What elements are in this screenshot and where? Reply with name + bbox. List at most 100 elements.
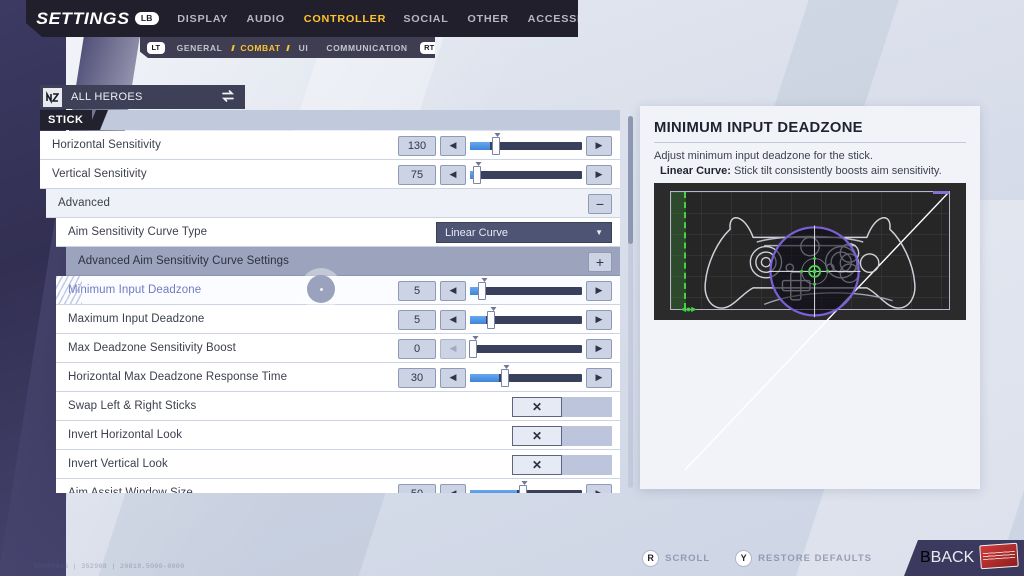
setting-row-maximum-input-deadzone[interactable]: Maximum Input Deadzone 5 ◀ ▶: [56, 305, 620, 334]
slider-track[interactable]: [469, 335, 582, 358]
slider-knob[interactable]: [491, 136, 500, 155]
slider-track[interactable]: [470, 277, 582, 300]
tab-audio[interactable]: AUDIO: [247, 13, 285, 25]
value-box[interactable]: 50: [398, 483, 436, 493]
prompt-restore-defaults[interactable]: Y RESTORE DEFAULTS: [736, 550, 872, 566]
setting-row-max-deadzone-sensitivity-boost[interactable]: Max Deadzone Sensitivity Boost 0 ◀ ▶: [56, 334, 620, 363]
setting-row-horizontal-max-deadzone-response-time[interactable]: Horizontal Max Deadzone Response Time 30…: [56, 363, 620, 392]
value-box[interactable]: 5: [398, 309, 436, 330]
maximum-output-cap: [933, 191, 949, 194]
value-box[interactable]: 5: [398, 280, 436, 301]
value-box[interactable]: 75: [398, 164, 436, 185]
slider-track[interactable]: [470, 364, 582, 387]
hero-filter-bar[interactable]: ALL HEROES: [40, 85, 245, 109]
decrement-button[interactable]: ◀: [440, 309, 466, 330]
setting-row-aim-sensitivity-curve-type[interactable]: Aim Sensitivity Curve Type Linear Curve …: [56, 218, 620, 247]
setting-label: Swap Left & Right Sticks: [68, 400, 197, 412]
checkbox-control: ✕: [512, 421, 612, 450]
setting-row-swap-left-right-sticks[interactable]: Swap Left & Right Sticks ✕: [56, 392, 620, 421]
decrement-button[interactable]: ◀: [440, 483, 466, 493]
info-panel-description: Adjust minimum input deadzone for the st…: [654, 150, 873, 162]
slider-knob[interactable]: [487, 310, 496, 329]
swap-arrows-icon[interactable]: [221, 89, 235, 105]
slider-track[interactable]: [470, 161, 582, 184]
dropdown-value: Linear Curve: [445, 226, 508, 239]
slider-track[interactable]: [470, 306, 582, 329]
slider-control: 5 ◀ ▶: [398, 276, 612, 305]
increment-button[interactable]: ▶: [586, 483, 612, 493]
plus-icon[interactable]: +: [588, 251, 612, 272]
top-nav-tabs: DISPLAY AUDIO CONTROLLER SOCIAL OTHER AC…: [177, 13, 578, 25]
prompt-back[interactable]: B BACK: [904, 540, 1024, 576]
increment-button[interactable]: ▶: [586, 338, 612, 359]
minus-icon[interactable]: −: [588, 193, 612, 214]
curve-name: Linear Curve:: [660, 165, 731, 177]
setting-label: Advanced: [58, 197, 110, 209]
checkbox-wrap: ✕: [512, 396, 612, 417]
slider-knob[interactable]: [500, 368, 509, 387]
slider-knob[interactable]: [478, 281, 487, 300]
increment-button[interactable]: ▶: [586, 367, 612, 388]
slider-track[interactable]: [470, 132, 582, 155]
tab-display[interactable]: DISPLAY: [177, 13, 228, 25]
subtab-general[interactable]: GENERAL: [168, 43, 232, 53]
subtab-combat[interactable]: COMBAT: [231, 43, 289, 53]
slider-track[interactable]: [470, 480, 582, 493]
right-stick-icon: R: [643, 550, 659, 566]
value-box[interactable]: 30: [398, 367, 436, 388]
setting-label: Aim Assist Window Size: [68, 487, 193, 493]
settings-list-scrollbar[interactable]: [628, 116, 633, 488]
setting-row-horizontal-sensitivity[interactable]: Horizontal Sensitivity 130 ◀ ▶: [40, 131, 620, 160]
decrement-button[interactable]: ◀: [440, 164, 466, 185]
setting-label: Horizontal Sensitivity: [52, 139, 161, 151]
slider-knob[interactable]: [469, 339, 478, 358]
value-box[interactable]: 0: [398, 338, 436, 359]
curve-type-dropdown[interactable]: Linear Curve ▼: [436, 222, 612, 243]
setting-row-vertical-sensitivity[interactable]: Vertical Sensitivity 75 ◀ ▶: [40, 160, 620, 189]
slider-fill: [470, 286, 478, 295]
left-trigger-icon: LT: [147, 41, 165, 54]
slider-fill: [470, 489, 518, 493]
decrement-button[interactable]: ◀: [440, 135, 466, 156]
increment-button[interactable]: ▶: [586, 309, 612, 330]
decrement-button: ◀: [440, 338, 466, 359]
info-panel: MINIMUM INPUT DEADZONE Adjust minimum in…: [640, 106, 980, 489]
setting-row-advanced[interactable]: Advanced −: [46, 189, 620, 218]
setting-row-minimum-input-deadzone[interactable]: Minimum Input Deadzone 5 ◀ ▶: [56, 276, 620, 305]
setting-row-aim-assist-window-size[interactable]: Aim Assist Window Size 50 ◀ ▶: [56, 479, 620, 493]
b-button-icon: B: [920, 549, 931, 566]
value-box[interactable]: 130: [398, 135, 436, 156]
increment-button[interactable]: ▶: [586, 135, 612, 156]
subtab-ui[interactable]: UI: [290, 43, 318, 53]
increment-button[interactable]: ▶: [586, 280, 612, 301]
tab-social[interactable]: SOCIAL: [404, 13, 449, 25]
subtab-communication[interactable]: COMMUNICATION: [317, 43, 416, 53]
tab-other[interactable]: OTHER: [468, 13, 509, 25]
setting-row-invert-vertical-look[interactable]: Invert Vertical Look ✕: [56, 450, 620, 479]
increment-button[interactable]: ▶: [586, 164, 612, 185]
scrollbar-thumb[interactable]: [628, 116, 633, 244]
info-panel-title: MINIMUM INPUT DEADZONE: [654, 120, 863, 136]
slider-control: 0 ◀ ▶: [398, 334, 612, 363]
tab-controller[interactable]: CONTROLLER: [303, 13, 385, 25]
collapse-control: −: [588, 189, 612, 218]
checkbox[interactable]: ✕: [512, 454, 562, 475]
setting-row-invert-horizontal-look[interactable]: Invert Horizontal Look ✕: [56, 421, 620, 450]
prompt-scroll[interactable]: R SCROLL: [643, 550, 710, 566]
checkbox-control: ✕: [512, 450, 612, 479]
slider-control: 130 ◀ ▶: [398, 131, 612, 160]
prompt-label: RESTORE DEFAULTS: [758, 552, 872, 564]
checkbox-wrap: ✕: [512, 454, 612, 475]
slider-fill: [470, 141, 491, 150]
slider-knob[interactable]: [518, 484, 527, 493]
decrement-button[interactable]: ◀: [440, 367, 466, 388]
checkbox[interactable]: ✕: [512, 396, 562, 417]
setting-label: Horizontal Max Deadzone Response Time: [68, 371, 288, 383]
checkbox-wrap: ✕: [512, 425, 612, 446]
checkbox[interactable]: ✕: [512, 425, 562, 446]
setting-label: Invert Vertical Look: [68, 458, 168, 470]
slider-knob[interactable]: [472, 165, 481, 184]
setting-row-advanced-aim-curve-settings[interactable]: Advanced Aim Sensitivity Curve Settings …: [66, 247, 620, 276]
decrement-button[interactable]: ◀: [440, 280, 466, 301]
setting-label: Max Deadzone Sensitivity Boost: [68, 342, 236, 354]
